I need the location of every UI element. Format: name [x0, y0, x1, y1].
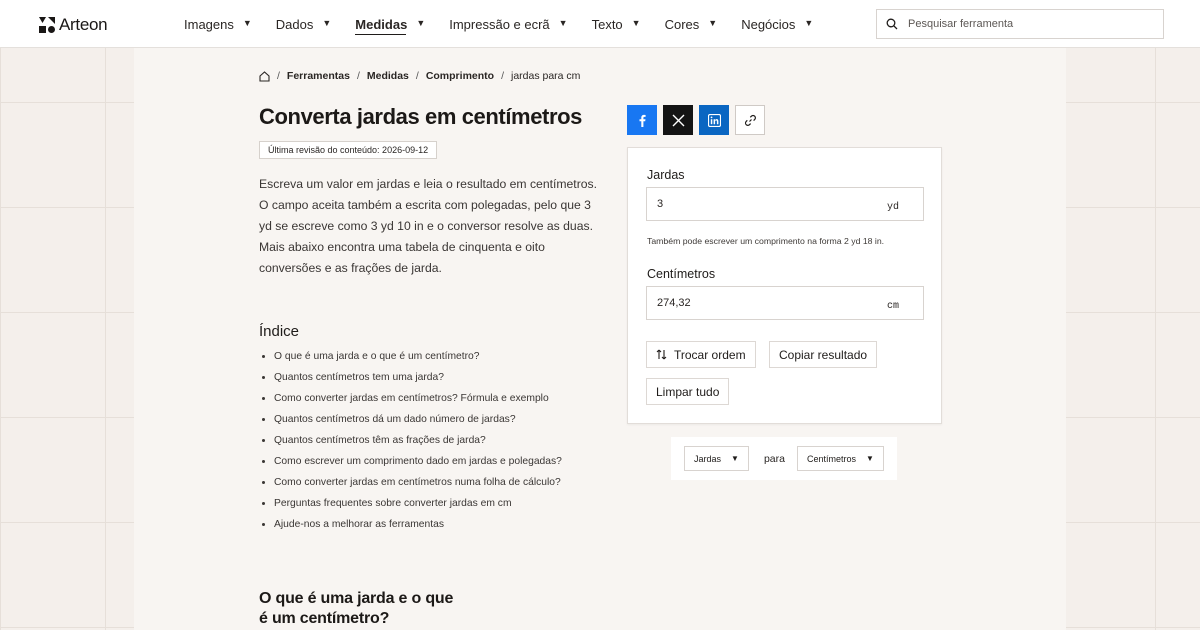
caret-down-icon: ▼ — [631, 17, 641, 28]
caret-down-icon: ▼ — [242, 17, 252, 28]
nav-item-negocios[interactable]: Negócios ▼ — [741, 0, 813, 48]
section-title: O que é uma jarda e o que é um centímetr… — [259, 590, 454, 627]
converter-card: Jardas yd Também pode escrever um compri… — [627, 147, 942, 424]
nav-label: Cores — [664, 16, 700, 32]
toc-item[interactable]: Ajude-nos a melhorar as ferramentas — [259, 516, 562, 537]
unit-selector-bar: Jardas ▼ para Centímetros ▼ — [671, 437, 897, 480]
caret-down-icon: ▼ — [322, 17, 332, 28]
breadcrumb-separator: / — [356, 70, 360, 82]
copy-link-button[interactable] — [735, 105, 765, 135]
breadcrumb-comprimento[interactable]: Comprimento — [426, 70, 494, 82]
toc-item[interactable]: Como escrever um comprimento dado em jar… — [259, 453, 562, 474]
breadcrumb-separator: / — [501, 70, 504, 82]
table-of-contents: O que é uma jarda e o que é um centímetr… — [259, 348, 562, 537]
copy-result-label: Copiar resultado — [779, 347, 868, 362]
brand-logo[interactable]: Arteon — [39, 15, 108, 35]
content-panel: / Ferramentas / Medidas / Comprimento / … — [134, 48, 1066, 630]
centimeters-unit: cm — [886, 300, 899, 312]
caret-down-icon: ▼ — [865, 454, 874, 463]
toc-item[interactable]: Quantos centímetros tem uma jarda? — [259, 369, 562, 390]
to-unit-value: Centímetros — [806, 453, 856, 464]
copy-result-button[interactable]: Copiar resultado — [769, 341, 878, 368]
to-unit-select[interactable]: Centímetros ▼ — [796, 446, 884, 471]
nav-item-medidas[interactable]: Medidas ▼ — [355, 0, 425, 48]
swap-order-label: Trocar ordem — [674, 347, 746, 362]
clear-all-label: Limpar tudo — [656, 384, 720, 399]
nav-item-impressao[interactable]: Impressão e ecrã ▼ — [449, 0, 567, 48]
nav-label: Texto — [591, 16, 623, 32]
toc-item[interactable]: O que é uma jarda e o que é um centímetr… — [259, 348, 562, 369]
caret-down-icon: ▼ — [731, 454, 739, 463]
breadcrumb-medidas[interactable]: Medidas — [367, 70, 409, 82]
breadcrumb-ferramentas[interactable]: Ferramentas — [287, 70, 350, 82]
nav-label: Negócios — [741, 16, 796, 32]
main-nav: Imagens ▼ Dados ▼ Medidas ▼ Impressão e … — [184, 0, 837, 48]
page-title: Converta jardas em centímetros — [259, 104, 583, 129]
arteon-logo-icon — [39, 17, 55, 33]
caret-down-icon: ▼ — [558, 17, 568, 28]
breadcrumb-separator: / — [415, 70, 419, 82]
nav-label: Dados — [275, 16, 314, 32]
yards-label: Jardas — [647, 168, 685, 182]
from-unit-value: Jardas — [694, 453, 722, 464]
facebook-icon — [639, 114, 646, 127]
caret-down-icon: ▼ — [708, 17, 718, 28]
home-icon[interactable] — [259, 70, 270, 82]
swap-icon — [656, 349, 667, 360]
toc-item[interactable]: Como converter jardas em centímetros num… — [259, 474, 562, 495]
linkedin-icon — [707, 113, 721, 127]
share-buttons — [627, 105, 765, 135]
from-unit-select[interactable]: Jardas ▼ — [684, 446, 749, 471]
yards-field: yd — [646, 187, 924, 221]
link-icon — [744, 114, 756, 126]
unit-connector: para — [763, 452, 785, 465]
breadcrumb-separator: / — [277, 70, 280, 82]
nav-label: Imagens — [184, 16, 234, 32]
share-facebook-button[interactable] — [627, 105, 657, 135]
toc-item[interactable]: Quantos centímetros dá um dado número de… — [259, 411, 562, 432]
revision-badge: Última revisão do conteúdo: 2026-09-12 — [259, 141, 438, 159]
caret-down-icon: ▼ — [416, 17, 426, 28]
toc-item[interactable]: Quantos centímetros têm as frações de ja… — [259, 432, 562, 453]
search-icon — [886, 18, 898, 30]
yards-unit: yd — [886, 201, 899, 213]
nav-label: Impressão e ecrã — [449, 16, 550, 32]
centimeters-field: cm — [646, 286, 924, 320]
nav-item-cores[interactable]: Cores ▼ — [665, 0, 718, 48]
breadcrumb-current: jardas para cm — [510, 70, 581, 82]
toc-title: Índice — [259, 323, 300, 340]
centimeters-input[interactable] — [657, 297, 857, 309]
nav-item-texto[interactable]: Texto ▼ — [592, 0, 641, 48]
search-input[interactable] — [908, 18, 1148, 30]
search-box — [876, 9, 1164, 39]
toc-item[interactable]: Como converter jardas em centímetros? Fó… — [259, 390, 562, 411]
nav-item-dados[interactable]: Dados ▼ — [276, 0, 332, 48]
brand-name: Arteon — [59, 15, 108, 34]
toc-item[interactable]: Perguntas frequentes sobre converter jar… — [259, 495, 562, 516]
intro-text: Escreva um valor em jardas e leia o resu… — [259, 177, 598, 275]
centimeters-label: Centímetros — [647, 267, 716, 281]
top-header: Arteon Imagens ▼ Dados ▼ Medidas ▼ Impre… — [0, 0, 1200, 48]
input-hint: Também pode escrever um comprimento na f… — [647, 236, 885, 246]
swap-order-button[interactable]: Trocar ordem — [646, 341, 756, 368]
clear-all-button[interactable]: Limpar tudo — [646, 378, 730, 405]
x-icon — [672, 114, 684, 126]
breadcrumb: / Ferramentas / Medidas / Comprimento / … — [259, 70, 580, 82]
nav-item-imagens[interactable]: Imagens ▼ — [184, 0, 252, 48]
share-linkedin-button[interactable] — [699, 105, 729, 135]
nav-label: Medidas — [355, 16, 408, 32]
caret-down-icon: ▼ — [804, 17, 814, 28]
yards-input[interactable] — [657, 198, 857, 210]
share-x-button[interactable] — [663, 105, 693, 135]
